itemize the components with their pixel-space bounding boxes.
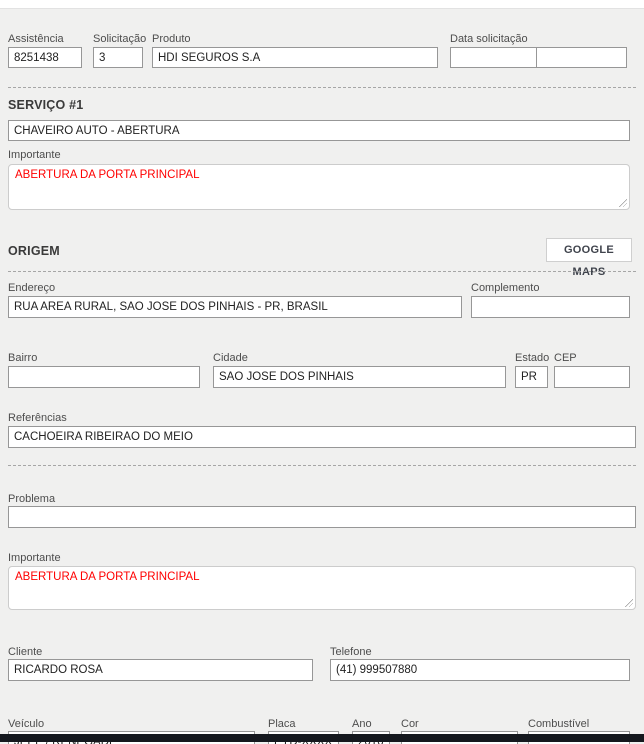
cep-input[interactable] xyxy=(554,366,630,388)
data-solicitacao-label: Data solicitação xyxy=(450,33,528,45)
complemento-label: Complemento xyxy=(471,282,539,294)
separator-line xyxy=(8,271,636,272)
combustivel-label: Combustível xyxy=(528,718,589,730)
bottom-dark-bar xyxy=(0,734,644,742)
complemento-input[interactable] xyxy=(471,296,630,318)
referencias-input[interactable] xyxy=(8,426,636,448)
origem-importante-label: Importante xyxy=(8,552,61,564)
problema-input[interactable] xyxy=(8,506,636,528)
referencias-label: Referências xyxy=(8,412,67,424)
estado-input[interactable] xyxy=(515,366,548,388)
servico-importante-label: Importante xyxy=(8,149,61,161)
form-panel: Assistência Solicitação Produto Data sol… xyxy=(0,8,644,744)
assistencia-input[interactable] xyxy=(8,47,82,68)
solicitacao-label: Solicitação xyxy=(93,33,146,45)
separator-line xyxy=(8,87,636,88)
bairro-input[interactable] xyxy=(8,366,200,388)
servico-heading: SERVIÇO #1 xyxy=(8,98,83,112)
assistencia-label: Assistência xyxy=(8,33,64,45)
servico-importante-wrap: ABERTURA DA PORTA PRINCIPAL xyxy=(8,164,630,210)
placa-label: Placa xyxy=(268,718,296,730)
veiculo-label: Veículo xyxy=(8,718,44,730)
produto-label: Produto xyxy=(152,33,191,45)
data-solicitacao-time-input[interactable] xyxy=(536,47,627,68)
origem-importante-wrap: ABERTURA DA PORTA PRINCIPAL xyxy=(8,566,636,610)
servico-tipo-input[interactable] xyxy=(8,120,630,141)
google-maps-button[interactable]: GOOGLE MAPS xyxy=(546,238,632,262)
cliente-input[interactable] xyxy=(8,659,313,681)
separator-line xyxy=(8,465,636,466)
problema-label: Problema xyxy=(8,493,55,505)
cidade-label: Cidade xyxy=(213,352,248,364)
produto-input[interactable] xyxy=(152,47,438,68)
ano-label: Ano xyxy=(352,718,372,730)
servico-importante-textarea[interactable]: ABERTURA DA PORTA PRINCIPAL xyxy=(8,164,630,210)
solicitacao-input[interactable] xyxy=(93,47,143,68)
telefone-label: Telefone xyxy=(330,646,372,658)
origem-heading: ORIGEM xyxy=(8,244,60,258)
cidade-input[interactable] xyxy=(213,366,506,388)
origem-importante-textarea[interactable]: ABERTURA DA PORTA PRINCIPAL xyxy=(8,566,636,610)
cep-label: CEP xyxy=(554,352,577,364)
bairro-label: Bairro xyxy=(8,352,37,364)
telefone-input[interactable] xyxy=(330,659,630,681)
cliente-label: Cliente xyxy=(8,646,42,658)
cor-label: Cor xyxy=(401,718,419,730)
estado-label: Estado xyxy=(515,352,549,364)
data-solicitacao-date-input[interactable] xyxy=(450,47,537,68)
endereco-label: Endereço xyxy=(8,282,55,294)
endereco-input[interactable] xyxy=(8,296,462,318)
